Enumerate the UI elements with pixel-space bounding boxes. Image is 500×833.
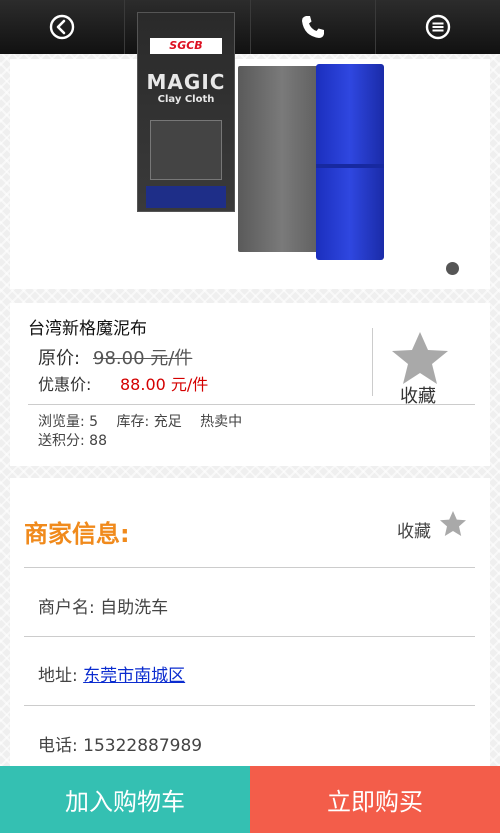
clay-cloth-blue-image xyxy=(316,64,384,260)
favorite-star-icon[interactable] xyxy=(390,330,450,386)
info-separator xyxy=(28,404,475,405)
original-price: 98.00 元/件 xyxy=(93,348,193,369)
package-title-sub: Clay Cloth xyxy=(157,94,215,105)
merchant-name: 商户名: 自助洗车 xyxy=(38,598,169,618)
merchant-divider xyxy=(24,636,475,637)
info-divider xyxy=(372,328,373,396)
call-button[interactable] xyxy=(251,0,376,54)
product-stats: 浏览量: 5 库存: 充足 热卖中 送积分: 88 xyxy=(38,413,256,451)
package-title: MAGIC Clay Cloth xyxy=(146,70,226,105)
add-to-cart-button[interactable]: 加入购物车 xyxy=(0,766,250,833)
address-link[interactable]: 东莞市南城区 xyxy=(83,666,185,686)
merchant-address: 地址: 东莞市南城区 xyxy=(38,661,185,686)
back-button[interactable] xyxy=(0,0,126,54)
favorite-merchant-button[interactable]: 收藏 xyxy=(397,517,431,542)
product-name: 台湾新格魔泥布 xyxy=(28,319,147,339)
phone-icon xyxy=(301,16,324,38)
carousel-indicator-dot[interactable] xyxy=(446,262,459,275)
stock-status: 库存: 充足 xyxy=(116,414,182,430)
points-reward: 送积分: 88 xyxy=(38,433,107,449)
package-title-main: MAGIC xyxy=(146,70,226,94)
address-label: 地址: xyxy=(38,666,84,686)
back-circle-icon xyxy=(49,14,75,40)
merchant-section-title: 商家信息: xyxy=(24,520,130,548)
sale-price-label: 优惠价: xyxy=(38,375,92,394)
menu-circle-icon xyxy=(425,14,451,40)
merchant-divider xyxy=(24,567,475,568)
hot-badge: 热卖中 xyxy=(200,414,243,430)
cloth-band xyxy=(316,164,384,168)
merchant-phone[interactable]: 电话: 15322887989 xyxy=(38,731,202,756)
merchant-star-icon[interactable] xyxy=(439,510,467,538)
original-price-label: 原价: xyxy=(38,348,81,369)
package-window xyxy=(150,120,222,180)
sale-price: 88.00 元/件 xyxy=(120,375,209,394)
top-nav-bar xyxy=(0,0,500,54)
package-brand-label: SGCB xyxy=(150,38,222,54)
merchant-divider xyxy=(24,705,475,706)
menu-button[interactable] xyxy=(376,0,500,54)
clay-cloth-grey-image xyxy=(238,66,326,252)
views-count: 浏览量: 5 xyxy=(38,414,99,430)
package-bottom-band xyxy=(146,186,226,208)
buy-now-button[interactable]: 立即购买 xyxy=(250,766,500,833)
